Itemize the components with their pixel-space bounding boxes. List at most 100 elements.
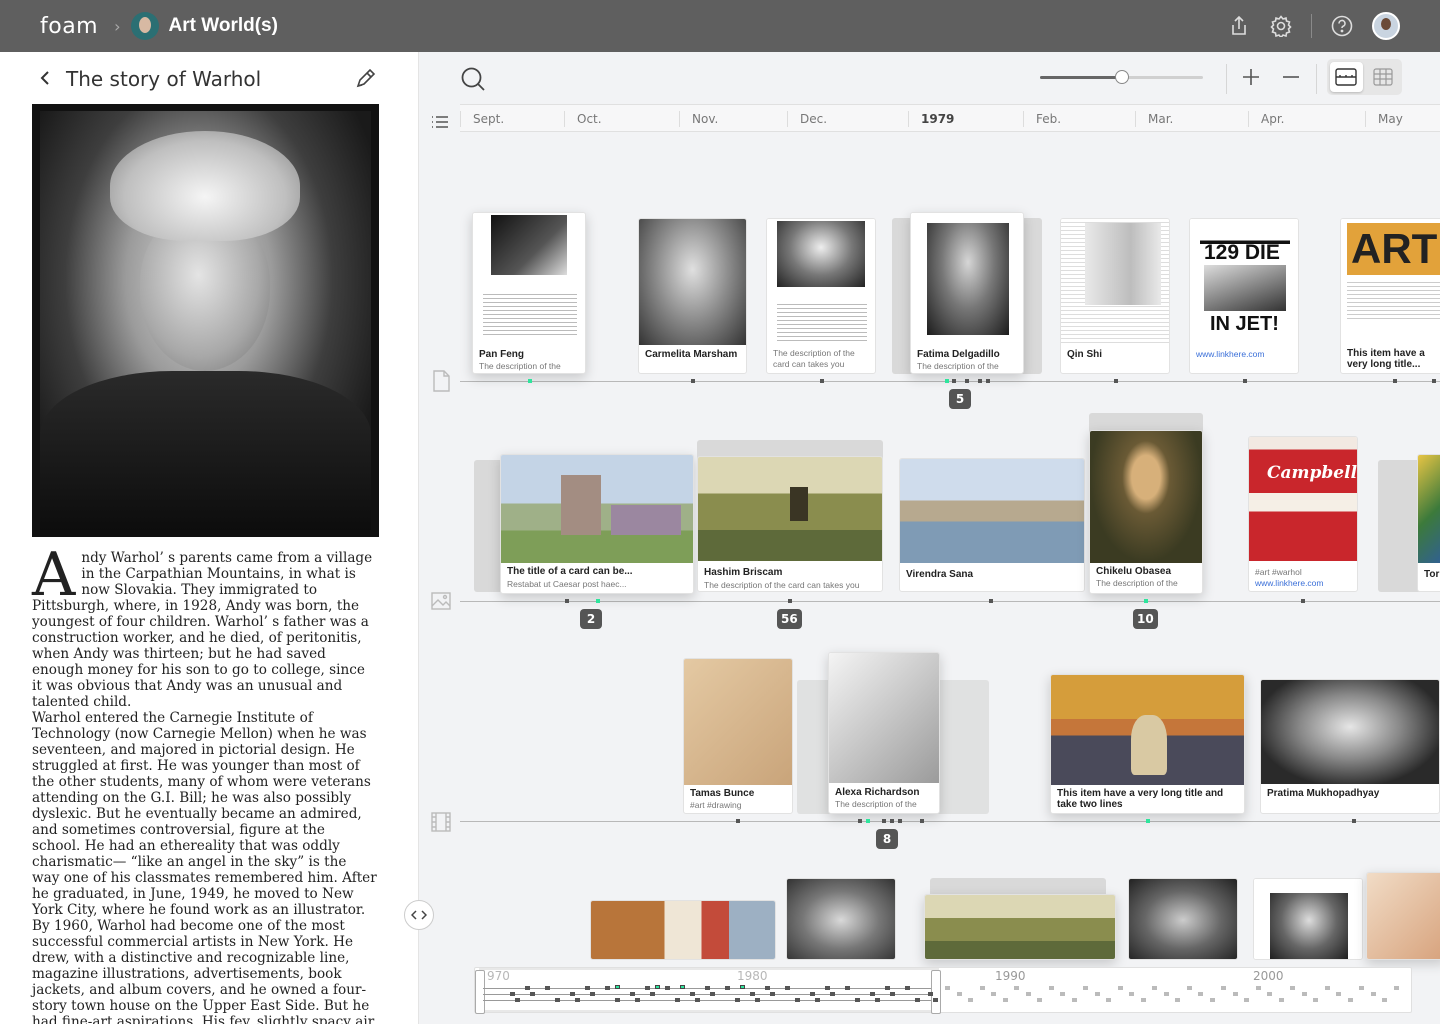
timeline-tick[interactable]	[920, 819, 924, 823]
month-label: Apr.	[1248, 111, 1284, 127]
timeline-card[interactable]: Chikelu Obasea The description of the	[1089, 430, 1203, 594]
timeline-tick[interactable]	[858, 819, 862, 823]
timeline-tick[interactable]	[898, 819, 902, 823]
timeline-tick[interactable]	[1114, 379, 1118, 383]
card-title: Carmelita Marsham	[645, 349, 738, 360]
minimap-marker	[1221, 986, 1226, 990]
zoom-slider[interactable]	[1040, 70, 1203, 84]
card-title: The title of a card can be...	[507, 566, 633, 577]
minimap-marker	[825, 986, 830, 990]
minimap-track	[483, 994, 931, 995]
timeline-tick[interactable]	[952, 379, 956, 383]
timeline-tick[interactable]	[596, 599, 600, 603]
minimap-marker	[1129, 992, 1134, 996]
stack-count-badge[interactable]: 2	[580, 609, 602, 629]
card-thumbnail: Campbell's	[1249, 437, 1357, 561]
stack-count-badge[interactable]: 10	[1133, 609, 1158, 629]
zoom-slider-handle[interactable]	[1114, 70, 1129, 84]
timeline-card[interactable]	[1128, 878, 1238, 960]
timeline-card[interactable]: Tamas Bunce #art #drawing	[683, 658, 793, 814]
timeline-tick[interactable]	[978, 379, 982, 383]
stack-count-badge[interactable]: 8	[876, 829, 898, 849]
timeline-tick[interactable]	[1352, 819, 1356, 823]
minimap-left-handle[interactable]	[475, 970, 485, 1014]
minimap-marker	[635, 998, 640, 1002]
month-axis: Sept. Oct. Nov. Dec. 1979 Feb. Mar. Apr.…	[460, 104, 1440, 132]
world-title[interactable]: Art World(s)	[169, 15, 278, 37]
timeline-tick[interactable]	[986, 379, 990, 383]
timeline-card[interactable]: Pratima Mukhopadhyay	[1260, 679, 1440, 814]
month-label: Feb.	[1023, 111, 1061, 127]
timeline-tick[interactable]	[882, 819, 886, 823]
story-text: A ndy Warhol’ s parents came from a vill…	[32, 545, 377, 1024]
timeline-tick[interactable]	[965, 379, 969, 383]
timeline-card[interactable]: Campbell's #art #warhol www.linkhere.com	[1248, 436, 1358, 592]
timeline-tick[interactable]	[691, 379, 695, 383]
timeline-card[interactable]: Fatima Delgadillo The description of the	[910, 212, 1024, 374]
timeline-tick[interactable]	[890, 819, 894, 823]
timeline-card[interactable]	[1366, 872, 1440, 960]
timeline-card[interactable]	[924, 894, 1116, 960]
timeline-card[interactable]: Hashim Briscam The description of the ca…	[697, 456, 883, 592]
timeline-tick[interactable]	[1432, 379, 1436, 383]
timeline-tick[interactable]	[736, 819, 740, 823]
timeline-tick[interactable]	[820, 379, 824, 383]
app-logo[interactable]: foam	[40, 14, 98, 39]
timeline-tick[interactable]	[866, 819, 870, 823]
minimap-marker	[1359, 986, 1364, 990]
share-icon[interactable]	[1227, 14, 1251, 38]
card-description: The description of the	[1096, 578, 1178, 588]
timeline-card[interactable]: This item have a very long title and tak…	[1050, 674, 1245, 814]
help-icon[interactable]	[1330, 14, 1354, 38]
timeline-card[interactable]: Carmelita Marsham	[638, 218, 747, 374]
card-link[interactable]: www.linkhere.com	[1255, 578, 1324, 588]
stack-count-badge[interactable]: 5	[949, 389, 971, 409]
month-label: Oct.	[564, 111, 602, 127]
zoom-out-button[interactable]	[1282, 64, 1300, 92]
minimap-highlight-marker	[740, 985, 745, 989]
user-avatar[interactable]	[1372, 12, 1400, 40]
zoom-in-button[interactable]	[1242, 64, 1260, 92]
minimap-marker	[665, 986, 670, 990]
timeline-tick[interactable]	[945, 379, 949, 383]
timeline-card[interactable]	[1253, 878, 1363, 960]
timeline-card[interactable]: Pan Feng The description of the	[472, 212, 586, 374]
timeline-card[interactable]	[590, 900, 776, 960]
timeline-card[interactable]: Alexa Richardson The description of the	[828, 652, 940, 814]
card-thumbnail	[925, 895, 1115, 959]
timeline-tick[interactable]	[1393, 379, 1397, 383]
minimap-marker	[1336, 992, 1341, 996]
timeline-tick[interactable]	[1243, 379, 1247, 383]
timeline-card[interactable]: Tor	[1417, 454, 1440, 592]
gear-icon[interactable]	[1269, 14, 1293, 38]
timeline-tick[interactable]	[788, 599, 792, 603]
month-label: Mar.	[1135, 111, 1173, 127]
timeline-card[interactable]: The title of a card can be... Restabat u…	[500, 454, 694, 594]
timeline-card[interactable]: Qin Shi	[1060, 218, 1170, 374]
timeline-card[interactable]: 129 DIE IN JET! www.linkhere.com	[1189, 218, 1299, 374]
search-icon[interactable]	[460, 66, 486, 96]
timeline-minimap[interactable]: 970 1980 1990 2000	[474, 967, 1412, 1014]
timeline-tick[interactable]	[1144, 599, 1148, 603]
stack-count-badge[interactable]: 56	[777, 609, 802, 629]
grid-view-button[interactable]	[1367, 62, 1400, 92]
card-description: #art #warhol	[1255, 567, 1302, 577]
list-icon[interactable]	[431, 114, 451, 134]
minimap-selection[interactable]	[479, 968, 939, 1012]
timeline-tick[interactable]	[989, 599, 993, 603]
timeline-tick[interactable]	[528, 379, 532, 383]
card-link[interactable]: www.linkhere.com	[1196, 349, 1265, 359]
timeline-tick[interactable]	[1301, 599, 1305, 603]
minimap-marker	[750, 992, 755, 996]
timeline-card[interactable]: The description of the card can takes yo…	[766, 218, 876, 374]
timeline-view-button[interactable]	[1330, 62, 1363, 92]
timeline-tick[interactable]	[1146, 819, 1150, 823]
panel-collapse-button[interactable]	[404, 900, 434, 930]
pen-icon[interactable]	[354, 66, 378, 94]
timeline-tick[interactable]	[565, 599, 569, 603]
timeline-card[interactable]	[786, 878, 896, 960]
chevron-left-icon[interactable]	[40, 69, 50, 90]
timeline-card[interactable]: Virendra Sana	[899, 458, 1085, 592]
minimap-marker	[590, 992, 595, 996]
timeline-card[interactable]: ART This item have a very long title...	[1340, 218, 1440, 374]
